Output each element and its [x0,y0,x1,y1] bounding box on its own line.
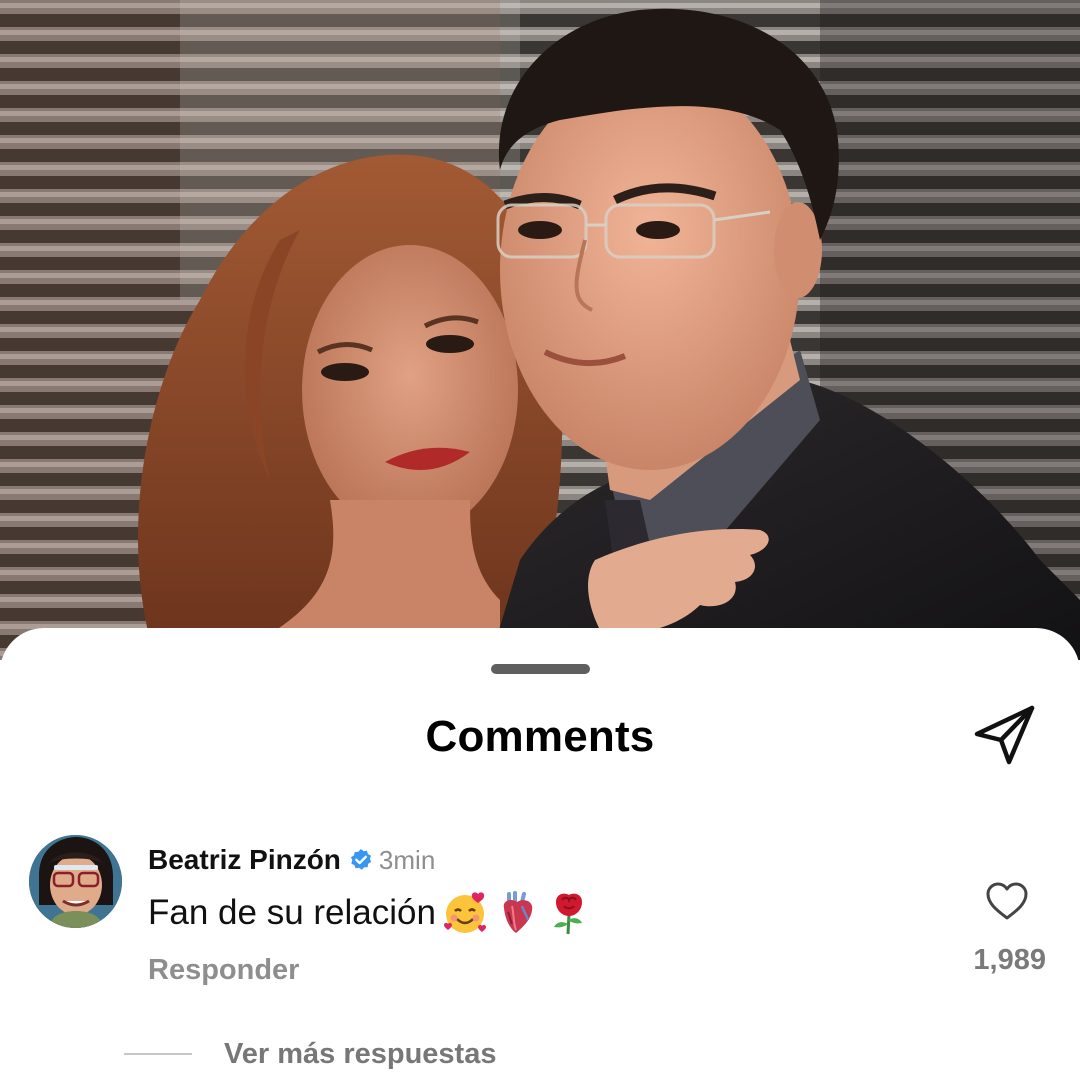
avatar-image [29,835,122,928]
comment-item: Beatriz Pinzón 3min Fan de su relación R… [0,832,1080,1002]
comment-username[interactable]: Beatriz Pinzón [148,844,341,876]
comment-header: Beatriz Pinzón 3min [148,840,435,880]
smiling-face-with-hearts-emoji [442,890,488,936]
post-photo-illustration [0,0,1080,660]
rose-emoji [546,890,592,936]
verified-badge-icon [350,849,372,870]
paper-plane-icon [974,705,1035,765]
reply-button[interactable]: Responder [148,954,299,987]
comments-sheet: Comments Beatriz Pinzón 3min Fan de su r… [0,628,1080,1080]
share-button[interactable] [970,702,1038,768]
comment-body: Fan de su relación [148,888,592,938]
view-more-replies-button[interactable]: Ver más respuestas [124,1036,496,1072]
comment-text: Fan de su relación [148,893,436,932]
heart-outline-icon [986,882,1028,920]
like-count: 1,989 [973,944,1046,976]
like-button[interactable] [984,880,1030,922]
sheet-drag-handle[interactable] [491,664,590,674]
post-photo[interactable] [0,0,1080,660]
sheet-title: Comments [425,712,655,761]
anatomical-heart-emoji [494,890,540,936]
replies-divider-line [124,1053,192,1055]
avatar[interactable] [29,835,122,928]
comment-timestamp: 3min [378,844,436,875]
view-more-replies-label: Ver más respuestas [224,1037,497,1070]
